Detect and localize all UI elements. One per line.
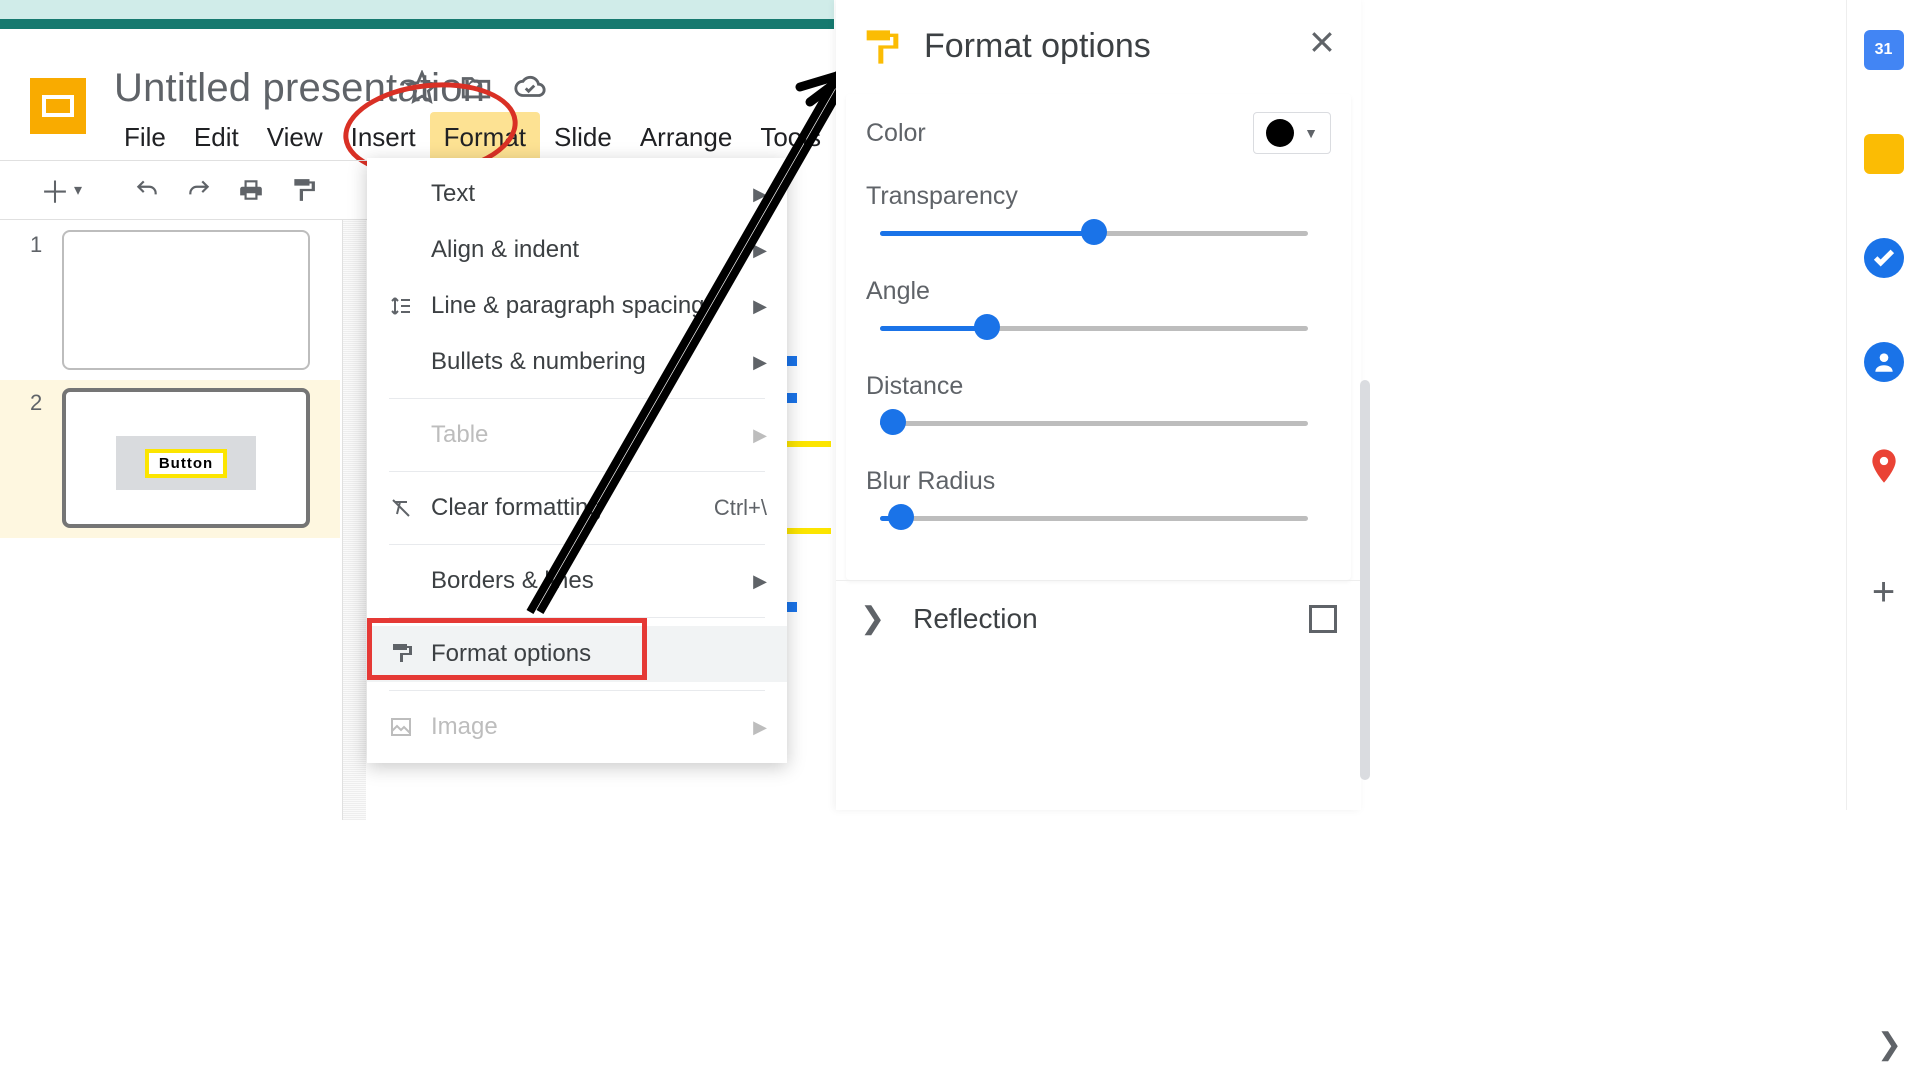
slide-number: 2 [30,390,42,416]
close-button[interactable] [1307,27,1337,66]
slide-thumb-2[interactable]: 2 Button [0,380,340,538]
slider-transparency[interactable] [880,223,1308,243]
menu-item-label: Line & paragraph spacing [431,292,705,320]
title-icon-row [405,70,547,109]
submenu-arrow-icon: ▶ [753,184,767,205]
menu-tools[interactable]: Tools [746,112,835,163]
slider-label-transparency: Transparency [866,182,1331,211]
submenu-arrow-icon: ▶ [753,296,767,317]
submenu-arrow-icon: ▶ [753,352,767,373]
image-icon [387,715,415,739]
format-panel-title: Format options [924,27,1283,66]
menu-item-line---paragraph-spacing[interactable]: Line & paragraph spacing ▶ [367,278,787,334]
slider-label-distance: Distance [866,372,1331,401]
toolbar: ＋ ▾ ▾ [0,160,400,220]
format-options-panel: Format options Color ▼ Transparency Angle… [836,0,1361,810]
canvas-peek [787,220,831,780]
keep-icon[interactable] [1864,134,1904,174]
menu-item-label: Text [431,180,475,208]
menu-item-text[interactable]: Text ▶ [367,166,787,222]
submenu-arrow-icon: ▶ [753,240,767,261]
submenu-arrow-icon: ▶ [753,717,767,738]
menu-item-bullets---numbering[interactable]: Bullets & numbering ▶ [367,334,787,390]
slider-distance[interactable] [880,413,1308,433]
format-options-icon [387,642,415,666]
slider-label-angle: Angle [866,277,1331,306]
selection-handle[interactable] [787,356,797,366]
shortcut-label: Ctrl+\ [714,495,767,521]
canvas-yellow-strip [787,528,831,534]
slider-label-blur-radius: Blur Radius [866,467,1331,496]
caret-down-icon: ▼ [1304,125,1318,141]
panel-scrollbar[interactable] [1360,380,1370,780]
star-icon[interactable] [405,70,439,109]
cloud-status-icon[interactable] [513,70,547,109]
menu-format[interactable]: Format [430,112,540,163]
menu-insert[interactable]: Insert [337,112,430,163]
menu-item-clear-formatting[interactable]: Clear formatting Ctrl+\ [367,480,787,536]
paint-roller-icon [860,27,900,67]
menu-item-label: Image [431,713,498,741]
slide-thumbnails-panel: 1 2 Button [0,222,340,538]
google-side-panel: 31 + [1846,0,1920,810]
selection-handle[interactable] [787,393,797,403]
app-logo-slides[interactable] [30,78,86,134]
canvas-yellow-strip [787,441,831,447]
color-label: Color [866,119,926,148]
slide-thumb-1[interactable]: 1 [0,222,340,380]
side-panel-expand-icon[interactable]: ❯ [1877,1027,1902,1062]
calendar-icon[interactable]: 31 [1864,30,1904,70]
maps-icon[interactable] [1864,446,1904,486]
tasks-icon[interactable] [1864,238,1904,278]
color-swatch [1266,119,1294,147]
menu-item-format-options[interactable]: Format options [367,626,787,682]
redo-button[interactable] [186,177,212,203]
top-highlight-bar [0,19,834,29]
slide-number: 1 [30,232,42,258]
thumb-button-preview: Button [145,449,227,478]
menu-view[interactable]: View [253,112,337,163]
menu-item-label: Bullets & numbering [431,348,646,376]
new-slide-button[interactable]: ＋ ▾ [40,168,82,212]
menu-item-align---indent[interactable]: Align & indent ▶ [367,222,787,278]
format-dropdown-menu: Text▶Align & indent▶Line & paragraph spa… [367,158,787,763]
menu-bar: FileEditViewInsertFormatSlideArrangeTool… [110,112,960,163]
menu-item-label: Borders & lines [431,567,594,595]
slider-blur-radius[interactable] [880,508,1308,528]
selection-handle[interactable] [787,602,797,612]
contacts-icon[interactable] [1864,342,1904,382]
print-button[interactable] [238,177,264,203]
color-selector[interactable]: ▼ [1253,112,1331,154]
reflection-label: Reflection [913,603,1281,635]
menu-item-table: Table ▶ [367,407,787,463]
menu-item-image: Image ▶ [367,699,787,755]
add-app-button[interactable]: + [1872,570,1895,615]
menu-slide[interactable]: Slide [540,112,626,163]
menu-item-label: Clear formatting [431,494,602,522]
menu-item-label: Table [431,421,488,449]
slider-angle[interactable] [880,318,1308,338]
menu-edit[interactable]: Edit [180,112,253,163]
menu-file[interactable]: File [110,112,180,163]
undo-button[interactable] [134,177,160,203]
clear-format-icon [387,496,415,520]
submenu-arrow-icon: ▶ [753,571,767,592]
top-highlight-light [0,0,834,19]
vertical-ruler [342,220,366,820]
submenu-arrow-icon: ▶ [753,425,767,446]
paint-format-button[interactable] [290,177,316,203]
reflection-checkbox[interactable] [1309,605,1337,633]
menu-item-label: Align & indent [431,236,579,264]
chevron-right-icon: ❯ [860,601,885,636]
move-folder-icon[interactable] [459,70,493,109]
menu-item-label: Format options [431,640,591,668]
reflection-section[interactable]: ❯ Reflection [836,580,1361,656]
line-spacing-icon [387,294,415,318]
menu-item-borders---lines[interactable]: Borders & lines ▶ [367,553,787,609]
format-panel-body: Color ▼ Transparency Angle Distance Blur Ra… [846,94,1351,580]
menu-arrange[interactable]: Arrange [626,112,747,163]
